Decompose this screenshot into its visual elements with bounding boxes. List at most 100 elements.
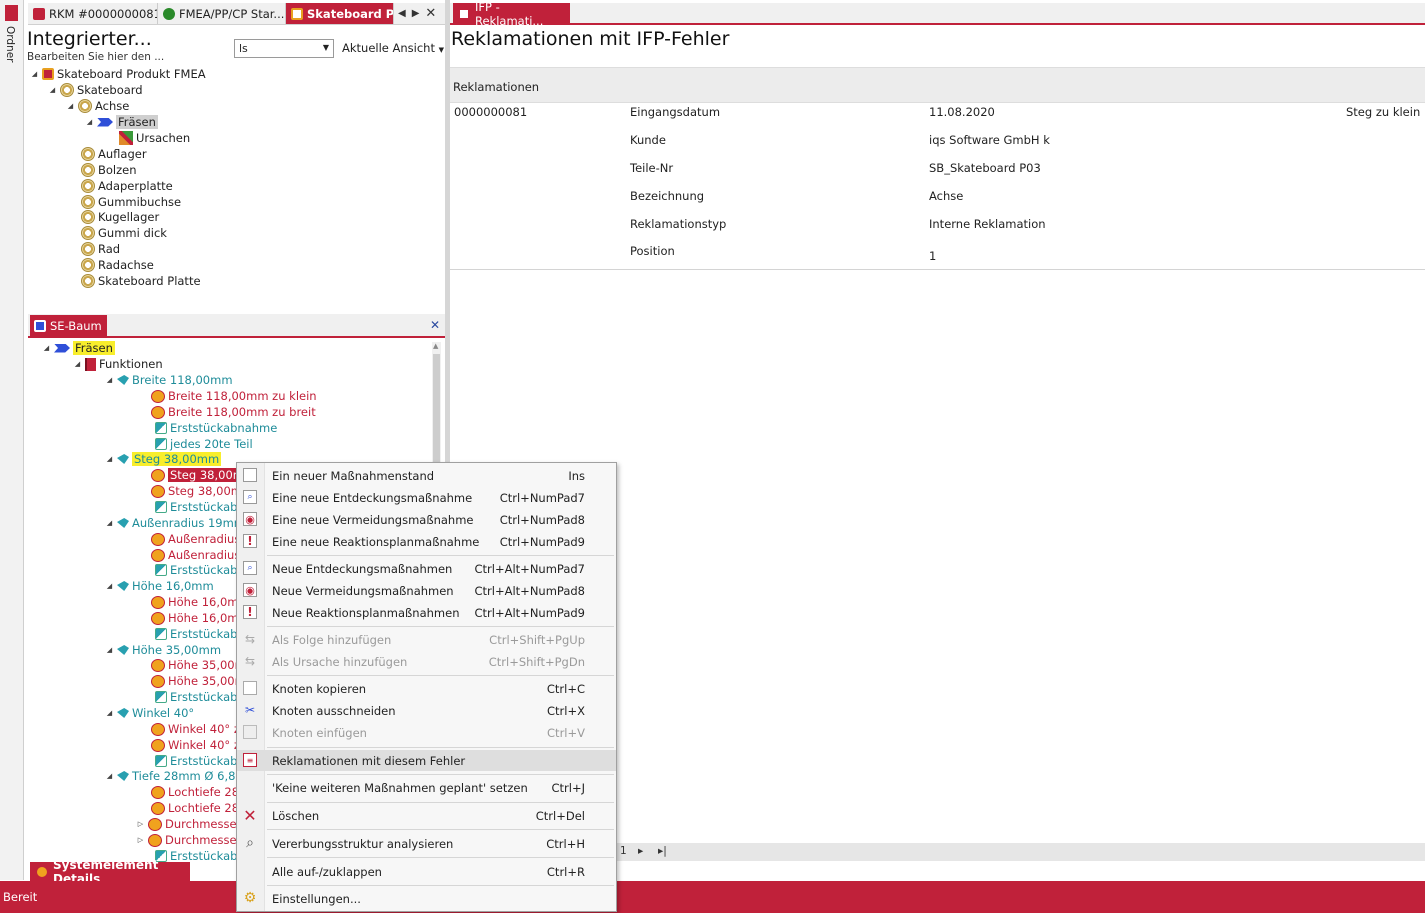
- collapse-icon[interactable]: ◢: [105, 455, 114, 463]
- tree-node[interactable]: ◢ Skateboard Produkt FMEA: [30, 66, 206, 82]
- tree-node[interactable]: Auflager: [81, 146, 147, 162]
- se-node[interactable]: Höhe 16,0mr: [151, 610, 243, 626]
- tab-system-element-details[interactable]: Systemelement Details: [30, 858, 190, 886]
- se-node[interactable]: Breite 118,00mm zu breit: [151, 404, 316, 420]
- se-node[interactable]: ◢ Funktionen: [73, 356, 163, 372]
- se-node[interactable]: jedes 20te Teil: [155, 436, 253, 452]
- tab-fmea[interactable]: FMEA/PP/CP Star...: [158, 3, 286, 24]
- expand-icon[interactable]: ▷: [136, 820, 145, 828]
- se-node[interactable]: Höhe 16,0mr: [151, 594, 243, 610]
- tree-node[interactable]: ◢ Skateboard: [48, 82, 143, 98]
- tab-rkm[interactable]: RKM #0000000081: [28, 3, 158, 24]
- collapse-icon[interactable]: ◢: [30, 70, 39, 78]
- tree-node[interactable]: Bolzen: [81, 162, 137, 178]
- menu-item-new-measure-state[interactable]: Ein neuer Maßnahmenstand Ins: [237, 465, 616, 486]
- tab-ifp-reklamation[interactable]: IFP - Reklamati...: [453, 0, 570, 28]
- se-node[interactable]: Lochtiefe 28r: [151, 800, 244, 816]
- menu-item-paste-node[interactable]: Knoten einfügen Ctrl+V: [237, 722, 616, 743]
- tab-se-baum[interactable]: SE-Baum: [30, 315, 107, 336]
- se-node[interactable]: ◢ Außenradius 19mm: [105, 515, 245, 531]
- se-node[interactable]: Steg 38,00mi: [151, 483, 245, 499]
- se-node[interactable]: ▷ Durchmesse: [136, 832, 237, 848]
- view-dropdown[interactable]: Aktuelle Ansicht ▼: [342, 41, 444, 55]
- last-page-icon[interactable]: ▸|: [658, 845, 667, 857]
- se-node[interactable]: ◢ Tiefe 28mm Ø 6,80: [105, 768, 243, 784]
- menu-item-add-cause[interactable]: ⇆ Als Ursache hinzufügen Ctrl+Shift+PgDn: [237, 651, 616, 672]
- se-node[interactable]: ◢ Fräsen: [42, 340, 115, 356]
- se-node[interactable]: Außenradius: [151, 547, 240, 563]
- se-node[interactable]: Erststückabr: [155, 499, 242, 515]
- menu-item-settings[interactable]: ⚙ Einstellungen...: [237, 888, 616, 909]
- collapse-icon[interactable]: ◢: [105, 582, 114, 590]
- se-node[interactable]: Winkel 40° z: [151, 721, 240, 737]
- field-label: Bezeichnung: [630, 189, 705, 203]
- se-node[interactable]: Außenradius: [151, 531, 240, 547]
- collapse-icon[interactable]: ◢: [105, 376, 114, 384]
- menu-item-new-detections[interactable]: ⌕ Neue Entdeckungsmaßnahmen Ctrl+Alt+NumPa…: [237, 558, 616, 579]
- tab-prev-icon[interactable]: ◀: [398, 8, 406, 19]
- se-node[interactable]: Höhe 35,00m: [151, 673, 246, 689]
- menu-item-new-prevention[interactable]: ◉ Eine neue Vermeidungsmaßnahme Ctrl+NumPa…: [237, 509, 616, 530]
- tab-skateboard[interactable]: Skateboard Pro: [286, 3, 394, 24]
- se-node[interactable]: Erststückabr: [155, 626, 242, 642]
- collapse-icon[interactable]: ◢: [48, 86, 57, 94]
- se-node[interactable]: ◢ Steg 38,00mm: [105, 451, 222, 467]
- next-page-icon[interactable]: ▸: [638, 845, 643, 857]
- record-number[interactable]: 0000000081: [454, 105, 527, 119]
- collapse-icon[interactable]: ◢: [105, 772, 114, 780]
- menu-item-new-detection[interactable]: ⌕ Eine neue Entdeckungsmaßnahme Ctrl+NumPa…: [237, 487, 616, 508]
- close-icon[interactable]: ✕: [425, 6, 436, 21]
- se-node[interactable]: Erststückabr: [155, 562, 242, 578]
- se-node[interactable]: ◢ Höhe 16,0mm: [105, 578, 214, 594]
- se-node[interactable]: Höhe 35,00m: [151, 657, 246, 673]
- tree-node[interactable]: Adaperplatte: [81, 178, 173, 194]
- tree-node-selected[interactable]: ◢ Fräsen: [85, 114, 158, 130]
- se-node[interactable]: Winkel 40° z: [151, 737, 240, 753]
- menu-item-no-further-measures[interactable]: 'Keine weiteren Maßnahmen geplant' setze…: [237, 777, 616, 798]
- se-node[interactable]: ◢ Breite 118,00mm: [105, 372, 233, 388]
- tree-node[interactable]: ◢ Achse: [66, 98, 129, 114]
- scroll-thumb[interactable]: [433, 354, 440, 474]
- folder-sidebar[interactable]: Ordner: [0, 0, 24, 880]
- menu-item-complaints-with-failure[interactable]: ≡ Reklamationen mit diesem Fehler: [237, 750, 616, 771]
- menu-item-cut-node[interactable]: ✂ Knoten ausschneiden Ctrl+X: [237, 700, 616, 721]
- tree-node[interactable]: Gummi dick: [81, 225, 167, 241]
- collapse-icon[interactable]: ◢: [42, 344, 51, 352]
- se-node[interactable]: Erststückabr: [155, 753, 242, 769]
- tree-node[interactable]: Gummibuchse: [81, 194, 181, 210]
- se-node[interactable]: ◢ Winkel 40°: [105, 705, 194, 721]
- collapse-icon[interactable]: ◢: [105, 519, 114, 527]
- menu-item-delete[interactable]: ✕ Löschen Ctrl+Del: [237, 805, 616, 826]
- se-node[interactable]: Breite 118,00mm zu klein: [151, 388, 317, 404]
- collapse-icon[interactable]: ◢: [105, 709, 114, 717]
- tree-node[interactable]: Rad: [81, 241, 120, 257]
- menu-item-add-effect[interactable]: ⇆ Als Folge hinzufügen Ctrl+Shift+PgUp: [237, 629, 616, 650]
- tree-node[interactable]: Kugellager: [81, 209, 159, 225]
- menu-item-new-preventions[interactable]: ◉ Neue Vermeidungsmaßnahmen Ctrl+Alt+NumPa…: [237, 580, 616, 601]
- expand-icon[interactable]: ▷: [136, 836, 145, 844]
- se-node[interactable]: Lochtiefe 28r: [151, 784, 244, 800]
- se-node-selected[interactable]: Steg 38,00mi: [151, 467, 250, 483]
- tree-node[interactable]: Radachse: [81, 257, 154, 273]
- tab-next-icon[interactable]: ▶: [412, 8, 420, 19]
- collapse-icon[interactable]: ◢: [85, 118, 94, 126]
- se-node[interactable]: Erststückabr: [155, 689, 242, 705]
- se-node[interactable]: ◢ Höhe 35,00mm: [105, 642, 221, 658]
- menu-item-analyze-inheritance[interactable]: ⌕ Vererbungsstruktur analysieren Ctrl+H: [237, 833, 616, 854]
- page-number[interactable]: 1: [620, 845, 627, 857]
- se-node[interactable]: ▷ Durchmesse: [136, 816, 237, 832]
- collapse-icon[interactable]: ◢: [105, 646, 114, 654]
- tree-node[interactable]: Ursachen: [119, 130, 190, 146]
- filter-select[interactable]: ls ▼: [234, 39, 334, 58]
- collapse-icon[interactable]: ◢: [73, 360, 82, 368]
- collapse-icon[interactable]: ◢: [66, 102, 75, 110]
- close-icon[interactable]: ✕: [430, 318, 440, 332]
- failure-icon: [151, 405, 165, 419]
- menu-item-new-reaction[interactable]: ! Eine neue Reaktionsplanmaßnahme Ctrl+Num…: [237, 531, 616, 552]
- menu-item-expand-collapse-all[interactable]: Alle auf-/zuklappen Ctrl+R: [237, 861, 616, 882]
- se-node[interactable]: Erststückabnahme: [155, 420, 277, 436]
- menu-item-new-reactions[interactable]: ! Neue Reaktionsplanmaßnahmen Ctrl+Alt+Num…: [237, 602, 616, 623]
- menu-item-copy-node[interactable]: Knoten kopieren Ctrl+C: [237, 678, 616, 699]
- tree-node[interactable]: Skateboard Platte: [81, 273, 201, 289]
- scroll-up-icon[interactable]: ▲: [433, 342, 438, 350]
